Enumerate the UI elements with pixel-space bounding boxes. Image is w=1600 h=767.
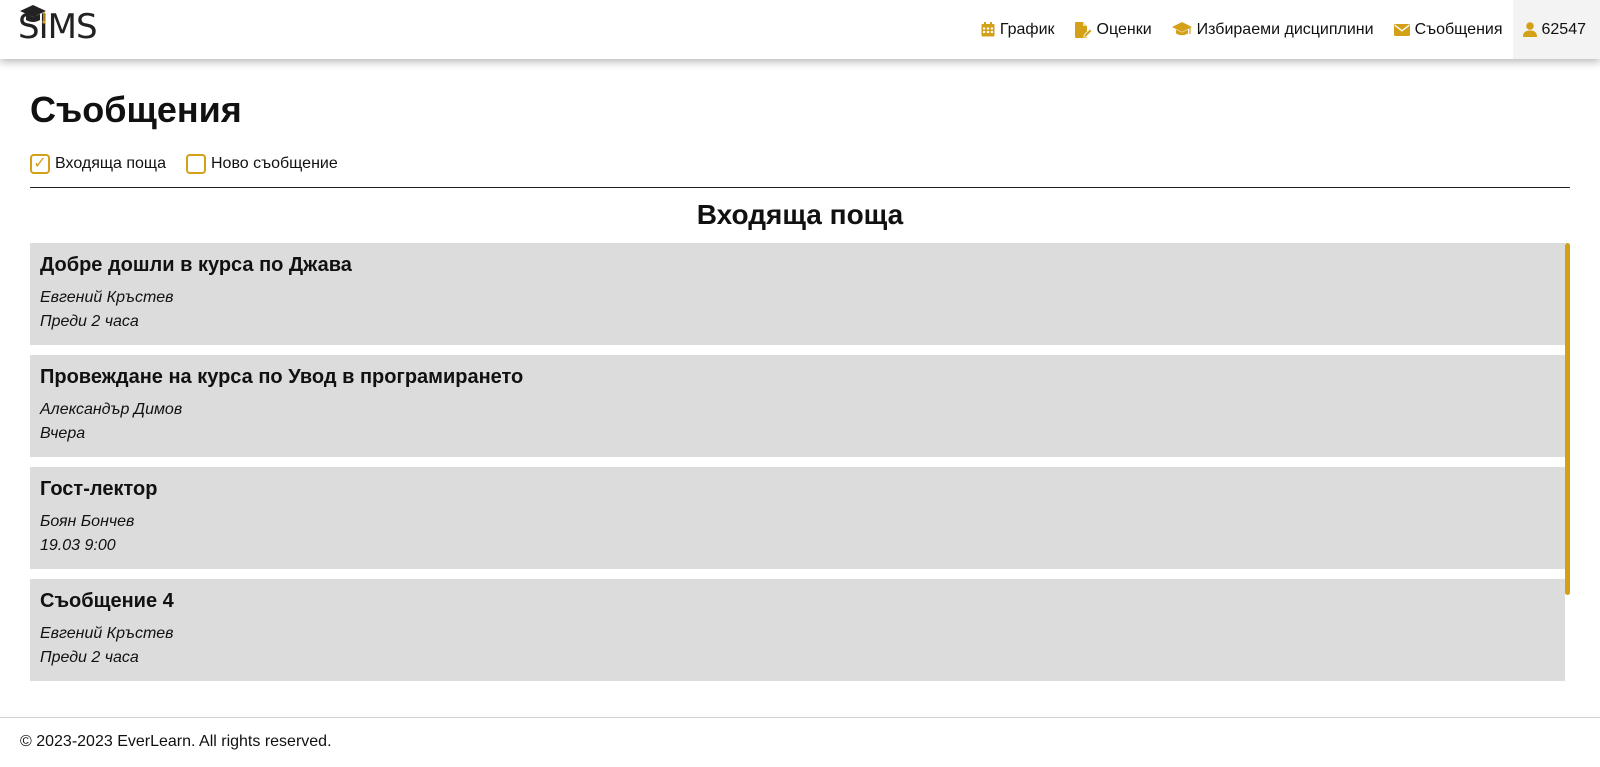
tab-inbox[interactable]: ✓ Входяща поща <box>30 154 166 174</box>
nav-item-grades[interactable]: Оценки <box>1065 0 1162 59</box>
message-tabs: ✓ Входяща поща Ново съобщение <box>30 154 358 174</box>
message-item[interactable]: Провеждане на курса по Увод в програмира… <box>30 355 1565 457</box>
message-time: Преди 2 часа <box>40 649 139 666</box>
tab-new-message-label: Ново съобщение <box>211 155 338 172</box>
calendar-icon <box>981 22 995 37</box>
inbox-checkbox[interactable]: ✓ <box>30 154 50 174</box>
message-sender: Боян Бончев <box>40 513 135 530</box>
nav-item-messages-label: Съобщения <box>1414 20 1503 38</box>
nav-item-electives[interactable]: Избираеми дисциплини <box>1162 0 1384 59</box>
nav-item-schedule-label: График <box>999 20 1055 38</box>
message-time: 19.03 9:00 <box>40 537 116 554</box>
inbox-title: Входяща поща <box>696 199 904 230</box>
nav-item-grades-label: Оценки <box>1096 20 1152 38</box>
tab-inbox-label: Входяща поща <box>55 155 166 172</box>
sims-logo[interactable]: SIMS <box>18 5 98 48</box>
nav-item-electives-label: Избираеми дисциплини <box>1196 20 1374 38</box>
message-title: Добре дошли в курса по Джава <box>40 254 352 276</box>
message-title: Провеждане на курса по Увод в програмира… <box>40 366 524 388</box>
tab-new-message[interactable]: Ново съобщение <box>186 154 338 174</box>
new-message-checkbox[interactable] <box>186 154 206 174</box>
nav-item-schedule[interactable]: График <box>971 0 1065 59</box>
message-sender: Евгений Кръстев <box>40 289 174 306</box>
message-time: Преди 2 часа <box>40 313 139 330</box>
user-id-label: 62547 <box>1541 20 1587 38</box>
message-sender: Евгений Кръстев <box>40 625 174 642</box>
nav-item-user-profile[interactable]: 62547 <box>1512 0 1600 59</box>
message-item[interactable]: Гост-лектор Боян Бончев 19.03 9:00 <box>30 467 1565 569</box>
message-item[interactable]: Добре дошли в курса по Джава Евгений Кръ… <box>30 243 1565 345</box>
divider <box>30 187 1570 188</box>
message-item[interactable]: Съобщение 4 Евгений Кръстев Преди 2 часа <box>30 579 1565 681</box>
file-edit-icon <box>1074 21 1092 38</box>
graduation-cap-icon <box>1171 22 1192 36</box>
user-icon <box>1522 22 1537 37</box>
message-title: Гост-лектор <box>40 478 158 500</box>
page-title: Съобщения <box>30 89 242 130</box>
graduation-cap-logo-icon <box>20 5 46 24</box>
message-time: Вчера <box>40 425 86 442</box>
message-title: Съобщение 4 <box>40 590 174 612</box>
top-navbar: SIMS График Оценки Избираеми дисциплини … <box>0 0 1600 59</box>
footer-copyright: © 2023-2023 EverLearn. All rights reserv… <box>20 733 332 750</box>
nav-item-messages[interactable]: Съобщения <box>1384 0 1513 59</box>
message-list: Добре дошли в курса по Джава Евгений Кръ… <box>30 243 1570 681</box>
message-list-scrollbar[interactable] <box>1565 243 1570 595</box>
envelope-icon <box>1393 23 1410 36</box>
footer-divider <box>0 717 1600 718</box>
message-sender: Александър Димов <box>40 401 183 418</box>
main-nav: График Оценки Избираеми дисциплини Съобщ… <box>971 0 1600 59</box>
